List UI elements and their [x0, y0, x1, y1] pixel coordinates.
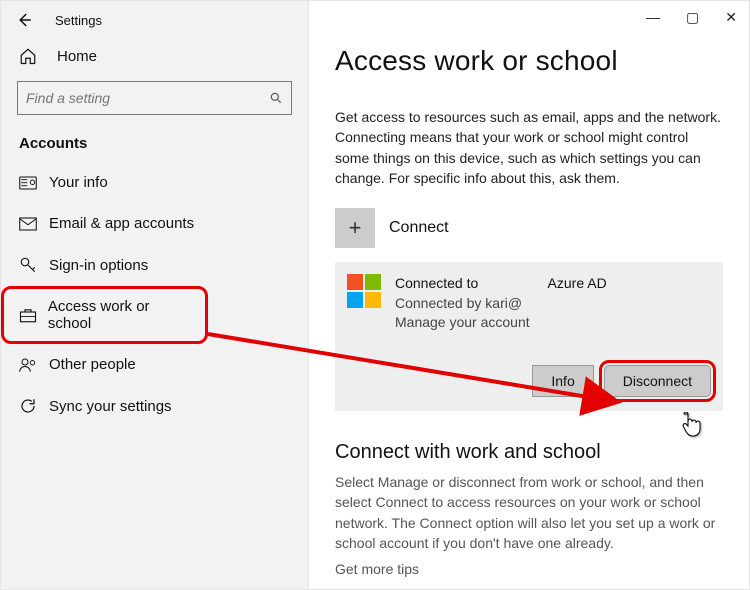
sidebar-item-label: Your info [49, 174, 108, 191]
maximize-button[interactable]: ▢ [686, 9, 699, 26]
info-button[interactable]: Info [532, 365, 593, 397]
connected-by: Connected by kari@ [395, 294, 607, 314]
sidebar: Settings Home Accounts Your info [1, 1, 309, 589]
close-button[interactable]: ✕ [725, 9, 737, 26]
window-buttons: — ▢ ✕ [646, 9, 737, 26]
home-nav[interactable]: Home [1, 37, 308, 75]
sidebar-item-access-work-school[interactable]: Access work or school [1, 286, 208, 344]
home-label: Home [57, 48, 97, 65]
microsoft-logo-icon [347, 274, 381, 308]
search-box[interactable] [17, 81, 292, 115]
minimize-button[interactable]: — [646, 9, 660, 26]
sidebar-item-sync[interactable]: Sync your settings [1, 385, 308, 427]
section2-body: Select Manage or disconnect from work or… [309, 464, 749, 553]
sidebar-item-label: Sign-in options [49, 257, 148, 274]
search-input[interactable] [26, 90, 269, 106]
sync-icon [19, 397, 43, 415]
connect-label: Connect [389, 219, 449, 237]
connected-to-suffix: Azure AD [548, 275, 607, 291]
sidebar-item-label: Email & app accounts [49, 215, 194, 232]
connected-to-prefix: Connected to [395, 275, 478, 291]
get-more-tips-link[interactable]: Get more tips [309, 553, 749, 577]
sidebar-item-label: Sync your settings [49, 398, 172, 415]
titlebar-label: Settings [55, 13, 102, 28]
intro-text: Get access to resources such as email, a… [309, 81, 749, 188]
sidebar-item-other-people[interactable]: Other people [1, 344, 308, 385]
disconnect-button[interactable]: Disconnect [604, 365, 711, 397]
briefcase-icon [19, 307, 42, 323]
back-button[interactable] [15, 11, 33, 29]
people-icon [19, 357, 43, 373]
sidebar-item-email[interactable]: Email & app accounts [1, 203, 308, 244]
sidebar-item-label: Access work or school [48, 298, 190, 332]
key-icon [19, 256, 43, 274]
sidebar-item-your-info[interactable]: Your info [1, 162, 308, 203]
home-icon [19, 47, 37, 65]
plus-icon: + [335, 208, 375, 248]
search-icon [269, 91, 283, 105]
titlebar: Settings [1, 1, 308, 37]
connect-button[interactable]: + Connect [335, 208, 723, 248]
content: — ▢ ✕ Access work or school Get access t… [309, 1, 749, 589]
sidebar-item-signin[interactable]: Sign-in options [1, 244, 308, 286]
id-card-icon [19, 176, 43, 190]
account-card[interactable]: Connected to Azure AD Connected by kari@… [335, 262, 723, 411]
section-header: Accounts [1, 127, 308, 162]
mail-icon [19, 217, 43, 231]
manage-account: Manage your account [395, 313, 607, 333]
account-text: Connected to Azure AD Connected by kari@… [395, 274, 607, 333]
sidebar-item-label: Other people [49, 356, 136, 373]
section2-title: Connect with work and school [309, 411, 749, 464]
